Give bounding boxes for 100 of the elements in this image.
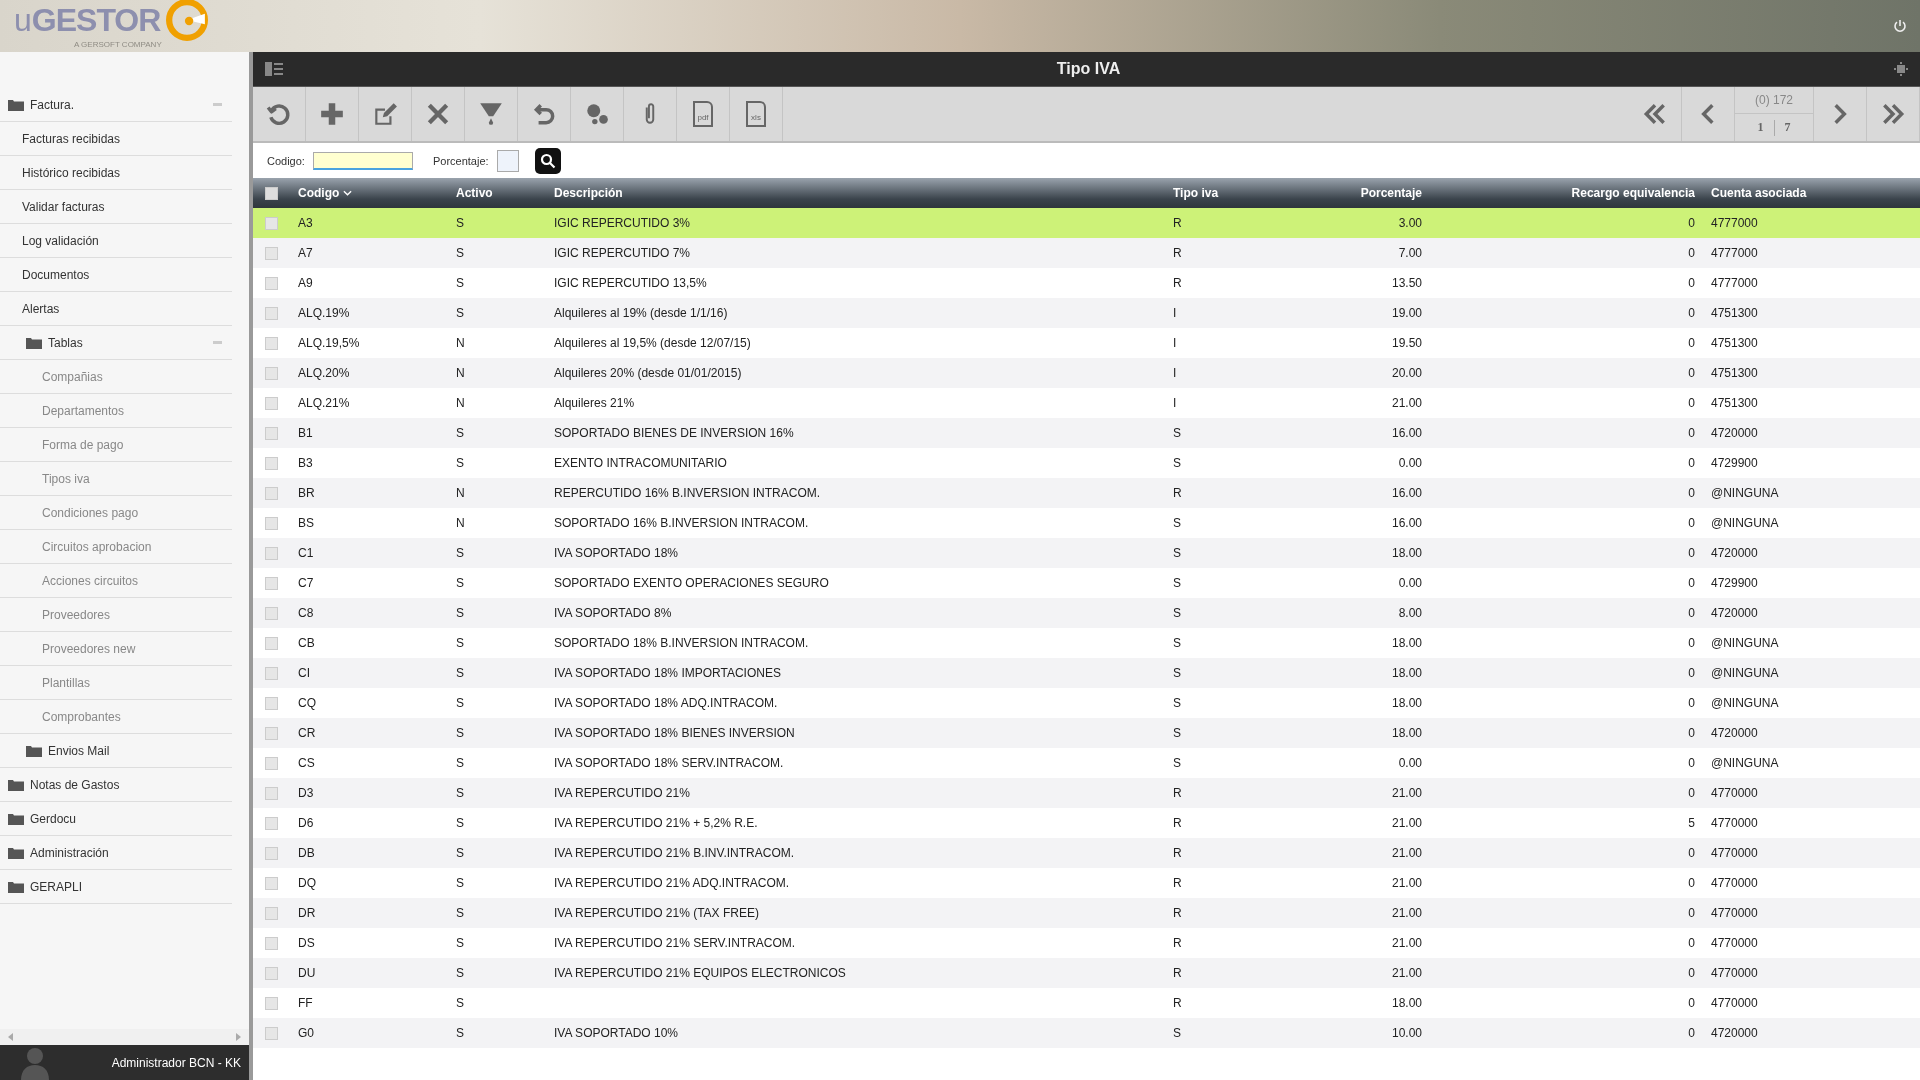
table-cell: 0 <box>1688 936 1695 950</box>
menu-label: Documentos <box>22 267 91 282</box>
menu-item[interactable]: Log validación <box>0 224 232 258</box>
column-header[interactable]: Tipo iva <box>1165 186 1280 200</box>
table-cell: S <box>456 306 464 320</box>
row-checkbox[interactable] <box>265 246 278 260</box>
table-cell: 0 <box>1688 486 1695 500</box>
menu-item[interactable]: Documentos <box>0 258 232 292</box>
power-icon[interactable] <box>1892 18 1908 34</box>
row-checkbox[interactable] <box>265 996 278 1010</box>
row-checkbox[interactable] <box>265 756 278 770</box>
row-checkbox[interactable] <box>265 366 278 380</box>
collapse-icon[interactable] <box>213 103 222 106</box>
filter-field[interactable] <box>312 151 413 170</box>
row-checkbox[interactable] <box>265 546 278 560</box>
folder-icon <box>8 880 24 893</box>
row-checkbox[interactable] <box>265 516 278 530</box>
row-checkbox[interactable] <box>265 306 278 320</box>
table-row[interactable]: DU S IVA REPERCUTIDO 21% EQUIPOS ELECTRONICOS R 21.00 0 4770000 <box>253 958 1920 988</box>
folder-item[interactable]: Envios Mail <box>0 734 232 768</box>
row-checkbox[interactable] <box>265 636 278 650</box>
folder-item[interactable]: Administración <box>0 836 232 870</box>
row-checkbox[interactable] <box>265 906 278 920</box>
column-header[interactable]: Descripción <box>546 186 1165 200</box>
menu-label: Histórico recibidas <box>22 165 122 180</box>
panel-toggle-icon[interactable] <box>265 62 283 76</box>
table-cell: IVA SOPORTADO 18% IMPORTACIONES <box>554 666 781 680</box>
table-row[interactable]: A3 S IGIC REPERCUTIDO 3% R 3.00 0 4777000 <box>253 208 1920 238</box>
row-checkbox[interactable] <box>265 696 278 710</box>
menu-label: Administración <box>30 845 110 860</box>
menu-item[interactable]: Validar facturas <box>0 190 232 224</box>
select-all-checkbox[interactable] <box>265 186 278 200</box>
table-row[interactable]: BR N REPERCUTIDO 16% B.INVERSION INTRACOM. R 16.00 0 @NINGUNA <box>253 478 1920 508</box>
row-checkbox[interactable] <box>265 816 278 830</box>
row-checkbox[interactable] <box>265 276 278 290</box>
table-row[interactable]: B1 S SOPORTADO BIENES DE INVERSION 16% S 16.00 0 4720000 <box>253 418 1920 448</box>
table-row[interactable]: C1 S IVA SOPORTADO 18% S 18.00 0 4720000 <box>253 538 1920 568</box>
filter-field[interactable] <box>496 149 519 172</box>
table-row[interactable]: ALQ.20% N Alquileres 20% (desde 01/01/2015) I 20.00 0 4751300 <box>253 358 1920 388</box>
menu-item[interactable]: Histórico recibidas <box>0 156 232 190</box>
table-cell: 4777000 <box>1711 246 1758 260</box>
table-row[interactable]: DR S IVA REPERCUTIDO 21% (TAX FREE) R 21.00 0 4770000 <box>253 898 1920 928</box>
column-header[interactable]: Activo <box>448 186 546 200</box>
folder-item[interactable]: Notas de Gastos <box>0 768 232 802</box>
move-icon[interactable] <box>1894 62 1908 76</box>
menu-item[interactable]: Facturas recibidas <box>0 122 232 156</box>
menu-item[interactable]: Condiciones pago <box>0 496 232 530</box>
row-checkbox[interactable] <box>265 486 278 500</box>
row-checkbox[interactable] <box>265 966 278 980</box>
row-checkbox[interactable] <box>265 606 278 620</box>
column-header[interactable]: Porcentaje <box>1280 186 1430 200</box>
table-cell: 0 <box>1688 726 1695 740</box>
row-checkbox[interactable] <box>265 216 278 230</box>
collapse-icon[interactable] <box>213 341 222 344</box>
menu-label: GERAPLI <box>30 879 84 894</box>
row-checkbox[interactable] <box>265 426 278 440</box>
row-checkbox[interactable] <box>265 846 278 860</box>
table-row[interactable]: CI S IVA SOPORTADO 18% IMPORTACIONES S 18.00 0 @NINGUNA <box>253 658 1920 688</box>
table-row[interactable]: G0 S IVA SOPORTADO 10% S 10.00 0 4720000 <box>253 1018 1920 1048</box>
table-cell: IVA SOPORTADO 10% <box>554 1026 679 1040</box>
row-checkbox[interactable] <box>265 726 278 740</box>
row-checkbox[interactable] <box>265 936 278 950</box>
table-cell: 0.00 <box>1398 456 1422 470</box>
row-checkbox[interactable] <box>265 1026 278 1040</box>
row-checkbox[interactable] <box>265 666 278 680</box>
table-row[interactable]: DB S IVA REPERCUTIDO 21% B.INV.INTRACOM. R 21.00 0 4770000 <box>253 838 1920 868</box>
column-header[interactable]: Recargo equivalencia <box>1430 186 1703 200</box>
row-checkbox[interactable] <box>265 786 278 800</box>
folder-item[interactable]: Gerdocu <box>0 802 232 836</box>
menu-item[interactable]: Alertas <box>0 292 232 326</box>
row-checkbox[interactable] <box>265 876 278 890</box>
row-checkbox[interactable] <box>265 336 278 350</box>
table-row[interactable]: C8 S IVA SOPORTADO 8% S 8.00 0 4720000 <box>253 598 1920 628</box>
table-cell: S <box>1173 546 1181 560</box>
search-button[interactable] <box>534 147 561 174</box>
row-checkbox[interactable] <box>265 396 278 410</box>
table-cell: 0 <box>1688 576 1695 590</box>
table-cell: A7 <box>298 246 313 260</box>
menu-label: Compañias <box>42 369 104 384</box>
menu-label: Plantillas <box>42 675 92 690</box>
table-row[interactable]: CR S IVA SOPORTADO 18% BIENES INVERSION S 18.00 0 4720000 <box>253 718 1920 748</box>
table-row[interactable]: A7 S IGIC REPERCUTIDO 7% R 7.00 0 4777000 <box>253 238 1920 268</box>
table-row[interactable]: ALQ.19% S Alquileres al 19% (desde 1/1/16) I 19.00 0 4751300 <box>253 298 1920 328</box>
folder-item[interactable]: Factura. <box>0 88 232 122</box>
column-header[interactable]: Codigo <box>290 186 448 200</box>
table-row[interactable]: D3 S IVA REPERCUTIDO 21% R 21.00 0 4770000 <box>253 778 1920 808</box>
table-cell: S <box>456 456 464 470</box>
table-cell: IVA REPERCUTIDO 21% ADQ.INTRACOM. <box>554 876 790 890</box>
table-cell: 18.00 <box>1391 726 1422 740</box>
table-cell: 21.00 <box>1391 816 1422 830</box>
table-cell: IGIC REPERCUTIDO 3% <box>554 216 691 230</box>
table-cell: SOPORTADO 18% B.INVERSION INTRACOM. <box>554 636 809 650</box>
folder-item[interactable]: GERAPLI <box>0 870 232 904</box>
row-checkbox[interactable] <box>265 576 278 590</box>
row-checkbox[interactable] <box>265 456 278 470</box>
table-cell: B3 <box>298 456 313 470</box>
folder-item[interactable]: Tablas <box>0 326 232 360</box>
table-cell: IVA SOPORTADO 18% ADQ.INTRACOM. <box>554 696 778 710</box>
column-header[interactable]: Cuenta asociada <box>1703 186 1920 200</box>
table-cell: S <box>1173 756 1181 770</box>
